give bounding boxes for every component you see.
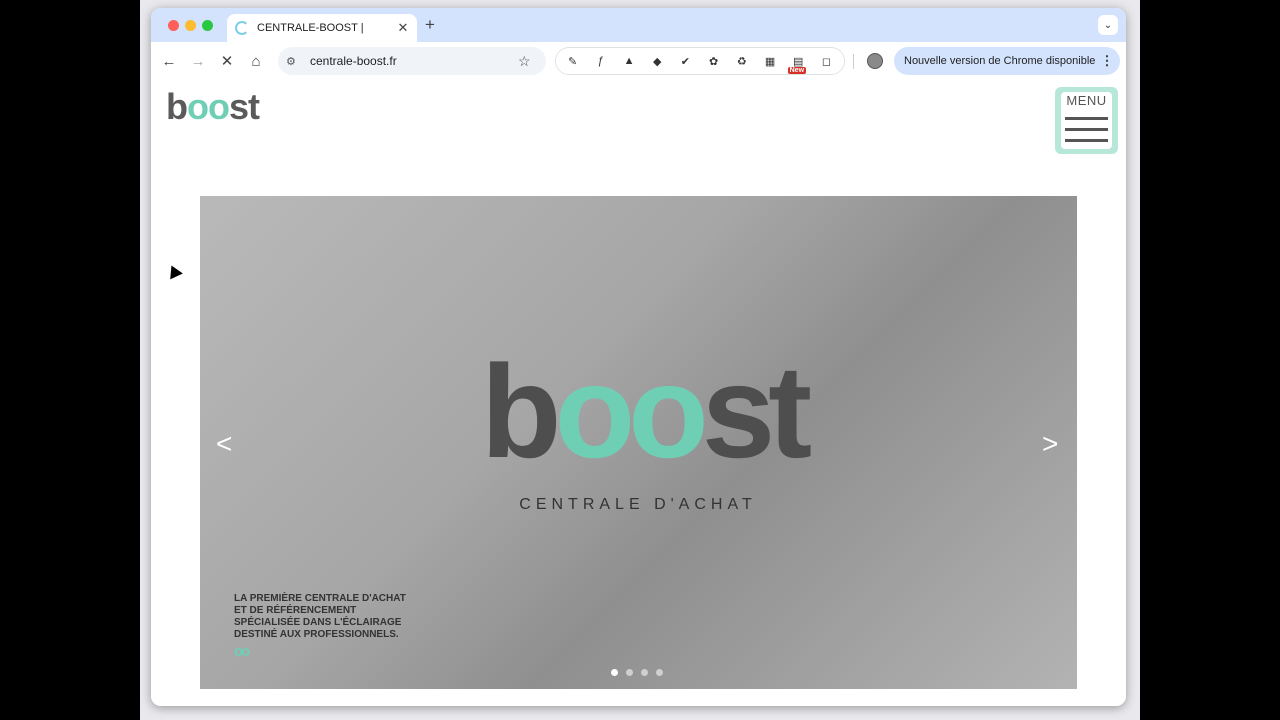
more-menu-icon[interactable]: ⋮ [1100, 53, 1114, 69]
hero-tagline: CENTRALE D'ACHAT [519, 496, 757, 513]
hero-logo-infinity: oo [554, 338, 709, 485]
caption-line: DESTINÉ AUX PROFESSIONNELS. [234, 629, 399, 640]
carousel-dot-1[interactable] [611, 669, 618, 676]
browser-toolbar: ← → ✕ ⌂ ⚙ centrale-boost.fr ☆ ✎ ƒ ▲ ◆ ✔ … [151, 42, 1126, 81]
hero-carousel: < > boost CENTRALE D'ACHAT LA PREMIÈRE C… [200, 196, 1077, 689]
hero-logo-letters-st: st [701, 338, 812, 485]
menu-label: MENU [1066, 93, 1107, 108]
home-icon[interactable]: ⌂ [246, 51, 266, 71]
hero-caption: LA PREMIÈRE CENTRALE D'ACHAT ET DE RÉFÉR… [234, 593, 454, 641]
chart-extension-icon[interactable]: ▲ [618, 51, 639, 71]
hamburger-bar-icon [1065, 117, 1108, 120]
carousel-dot-2[interactable] [626, 669, 633, 676]
puzzle-extensions-icon[interactable]: ◻ [816, 51, 837, 71]
new-tab-button[interactable]: + [425, 15, 435, 35]
url-text[interactable]: centrale-boost.fr [310, 54, 518, 68]
new-extension-glyph: ▤ [793, 55, 804, 68]
stop-loading-icon[interactable]: ✕ [217, 51, 237, 71]
close-window-button[interactable] [168, 20, 179, 31]
browser-window: CENTRALE-BOOST | ✕ + ⌄ ← → ✕ ⌂ ⚙ central… [151, 8, 1126, 706]
tab-search-chevron-icon[interactable]: ⌄ [1098, 15, 1118, 35]
hamburger-bar-icon [1065, 139, 1108, 142]
toolbar-divider [853, 54, 854, 69]
caption-line: SPÉCIALISÉE DANS L'ÉCLAIRAGE [234, 617, 402, 628]
hero-logo-letter-b: b [480, 338, 562, 485]
caption-line: LA PREMIÈRE CENTRALE D'ACHAT [234, 593, 406, 604]
font-extension-icon[interactable]: ƒ [590, 51, 611, 71]
carousel-prev-chevron-icon[interactable]: < [216, 428, 232, 460]
tab-strip: CENTRALE-BOOST | ✕ + ⌄ [151, 8, 1126, 42]
tab-centrale-boost[interactable]: CENTRALE-BOOST | ✕ [227, 14, 417, 42]
infinity-mark-icon: oo [234, 643, 250, 660]
logo-infinity: oo [187, 86, 230, 127]
menu-button[interactable]: MENU [1055, 87, 1118, 154]
carousel-dot-4[interactable] [656, 669, 663, 676]
logo-letters-st: st [228, 86, 260, 127]
eyedropper-extension-icon[interactable]: ✎ [562, 51, 583, 71]
flower-extension-icon[interactable]: ✿ [703, 51, 724, 71]
new-badge: New [787, 67, 807, 74]
back-arrow-icon[interactable]: ← [159, 51, 179, 71]
menu-button-inner: MENU [1061, 92, 1112, 149]
forward-arrow-icon[interactable]: → [188, 51, 208, 71]
carousel-pagination [611, 669, 671, 676]
minimize-window-button[interactable] [185, 20, 196, 31]
recycle-extension-icon[interactable]: ♻ [731, 51, 752, 71]
site-info-icon[interactable]: ⚙ [286, 55, 304, 68]
chrome-update-button[interactable]: Nouvelle version de Chrome disponible ⋮ [894, 47, 1120, 75]
web-page: boost MENU < > boost CENTRALE D'ACHAT LA… [151, 80, 1126, 706]
site-logo[interactable]: boost [166, 86, 260, 128]
loading-spinner-icon [235, 21, 249, 35]
grid-extension-icon[interactable]: ▦ [759, 51, 780, 71]
logo-letter-b: b [166, 86, 188, 127]
carousel-dot-3[interactable] [641, 669, 648, 676]
new-extension-icon[interactable]: ▤ New [787, 51, 809, 74]
check-extension-icon[interactable]: ✔ [675, 51, 696, 71]
caption-line: ET DE RÉFÉRENCEMENT [234, 605, 357, 616]
hamburger-bar-icon [1065, 128, 1108, 131]
close-tab-icon[interactable]: ✕ [395, 20, 411, 36]
extensions-bar: ✎ ƒ ▲ ◆ ✔ ✿ ♻ ▦ ▤ New ◻ [555, 47, 845, 75]
hero-logo: boost [478, 346, 812, 478]
bookmark-star-icon[interactable]: ☆ [518, 53, 536, 70]
update-notice-text: Nouvelle version de Chrome disponible [904, 55, 1096, 67]
profile-avatar[interactable] [867, 53, 883, 69]
carousel-next-chevron-icon[interactable]: > [1042, 428, 1058, 460]
tab-title: CENTRALE-BOOST | [257, 22, 364, 34]
layers-extension-icon[interactable]: ◆ [647, 51, 668, 71]
address-bar[interactable]: ⚙ centrale-boost.fr ☆ [278, 47, 546, 75]
maximize-window-button[interactable] [202, 20, 213, 31]
